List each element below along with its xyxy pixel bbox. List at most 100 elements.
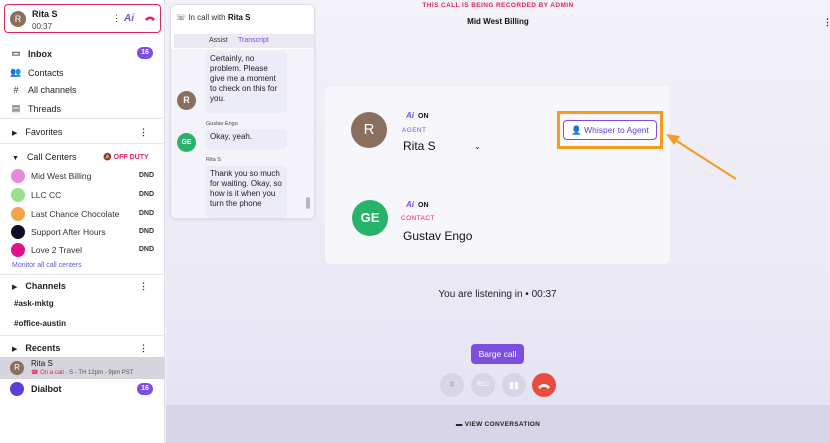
sidebar-item-threads[interactable]: ▤ Threads [10,103,61,114]
message-sender: Gustav Engo [206,121,238,127]
hang-up-icon[interactable] [532,373,556,397]
barge-call-button[interactable]: Barge call [471,344,524,364]
agent-role: AGENT [402,127,427,134]
recent-status: ☎ On a call · S - TH 12pm - 9pm PST [31,369,133,376]
more-icon[interactable]: ⋮ [112,13,122,24]
recent-item[interactable]: R Rita S ☎ On a call · S - TH 12pm - 9pm… [0,357,165,379]
recent-status-detail: · S - TH 12pm - 9pm PST [65,370,134,376]
recent-name: Rita S [31,359,53,368]
avatar: GE [177,133,196,152]
recent-status-label: On a call [40,370,64,376]
tab-transcript[interactable]: Transcript [238,37,269,44]
dnd-status: DND [138,172,154,179]
agent-ai-status[interactable]: Ai ON [406,111,429,120]
chevron-right-icon: ▶ [12,346,18,353]
transfer-icon[interactable]: ⧉ [440,373,464,397]
favorites-section[interactable]: ▶ Favorites [12,127,62,137]
pause-icon[interactable]: ▮▮ [502,373,526,397]
call-center-item[interactable]: Last Chance Chocolate DND [11,207,156,221]
call-center-label: LLC CC [31,190,62,200]
threads-icon: ▤ [11,103,21,113]
favorites-more-icon[interactable]: ⋮ [139,127,148,138]
chat-message: Certainly, no problem. Please give me a … [205,51,287,113]
channel-item[interactable]: #office-austin [14,319,66,328]
contact-on-label: ON [418,202,429,209]
call-centers-label: Call Centers [26,152,77,162]
contact-role: CONTACT [401,215,435,222]
inbox-badge: 16 [137,47,153,59]
chat-area: Certainly, no problem. Please give me a … [171,49,314,218]
chevron-down-icon: ▼ [12,155,19,162]
off-duty-status[interactable]: 🔕 OFF DUTY [103,153,149,161]
call-center-avatar [11,243,25,257]
contact-ai-status[interactable]: Ai ON [406,200,429,209]
sidebar-item-label: Contacts [28,67,64,78]
chevron-down-icon[interactable]: ⌄ [474,142,481,151]
active-call-card[interactable]: R Rita S 00:37 ⋮ Ai [4,4,161,33]
dialbot-icon [10,382,24,396]
monitor-all-link[interactable]: Monitor all call centers [12,262,82,269]
whisper-label: Whisper to Agent [584,125,649,135]
sidebar-item-contacts[interactable]: 👥 Contacts [10,67,64,78]
call-center-item[interactable]: Love 2 Travel DND [11,243,156,257]
call-centers-section[interactable]: ▼ Call Centers [12,152,76,162]
channels-label: Channels [25,281,66,291]
divider [0,118,165,119]
dialbot-badge: 16 [137,383,153,395]
call-center-label: Love 2 Travel [31,245,83,255]
divider [0,335,165,336]
hash-icon: # [13,85,19,95]
transcript-panel: ☏ In call with Rita S Assist Transcript … [170,4,315,219]
recents-section[interactable]: ▶ Recents [12,343,60,353]
chat-message: Thank you so much for waiting. Okay, so … [205,166,287,218]
sidebar-item-label: Threads [28,103,62,114]
active-call-name: Rita S [32,9,58,19]
call-center-item[interactable]: Mid West Billing DND [11,169,156,183]
scrollbar[interactable] [306,197,310,209]
channels-section[interactable]: ▶ Channels [12,281,66,291]
ai-icon[interactable]: Ai [124,13,134,24]
chevron-right-icon: ▶ [12,130,18,137]
transcript-tabs: Assist Transcript [174,34,314,48]
message-sender: Rita S [206,157,221,163]
sidebar-item-label: All channels [28,85,77,95]
whisper-to-agent-button[interactable]: 👤 Whisper to Agent [563,120,657,140]
record-button[interactable]: REC [471,373,495,397]
transcript-header: ☏ In call with Rita S [176,13,251,22]
call-center-label: Last Chance Chocolate [31,209,120,219]
sidebar: R Rita S 00:37 ⋮ Ai ▭ Inbox 16 👥 Contact… [0,0,165,443]
call-center-item[interactable]: Support After Hours DND [11,225,156,239]
tab-assist[interactable]: Assist [209,37,228,44]
sidebar-item-inbox[interactable]: ▭ Inbox [10,48,52,59]
hang-up-icon[interactable] [144,14,156,22]
avatar: R [177,91,196,110]
channels-more-icon[interactable]: ⋮ [139,281,148,292]
contact-avatar: GE [352,200,388,236]
chevron-right-icon: ▶ [12,284,18,291]
chat-message: Okay, yeah. [205,129,287,149]
off-duty-label: OFF DUTY [113,154,149,161]
main-more-icon[interactable]: ⋮ [823,17,830,28]
sidebar-item-all-channels[interactable]: # All channels [10,85,77,95]
call-center-avatar [11,188,25,202]
footer-bar: ▬ VIEW CONVERSATION [166,405,830,443]
avatar: R [10,11,26,27]
dialbot-label[interactable]: Dialbot [31,384,62,394]
call-center-label: Mid West Billing [31,171,92,181]
user-icon: 👤 [571,125,585,135]
view-conversation-button[interactable]: ▬ VIEW CONVERSATION [166,421,830,428]
listening-status: You are listening in • 00:37 [438,289,557,300]
ai-icon: Ai [406,111,414,120]
call-center-item[interactable]: LLC CC DND [11,188,156,202]
avatar: R [10,361,24,375]
dnd-status: DND [138,191,154,198]
sidebar-item-label: Inbox [28,48,52,59]
call-center-avatar [11,225,25,239]
call-center-avatar [11,169,25,183]
view-conversation-label: VIEW CONVERSATION [464,421,541,428]
divider [0,143,165,144]
divider [0,274,165,275]
recents-more-icon[interactable]: ⋮ [139,343,148,354]
agent-name: Rita S [403,139,436,153]
channel-item[interactable]: #ask-mktg [14,299,54,308]
